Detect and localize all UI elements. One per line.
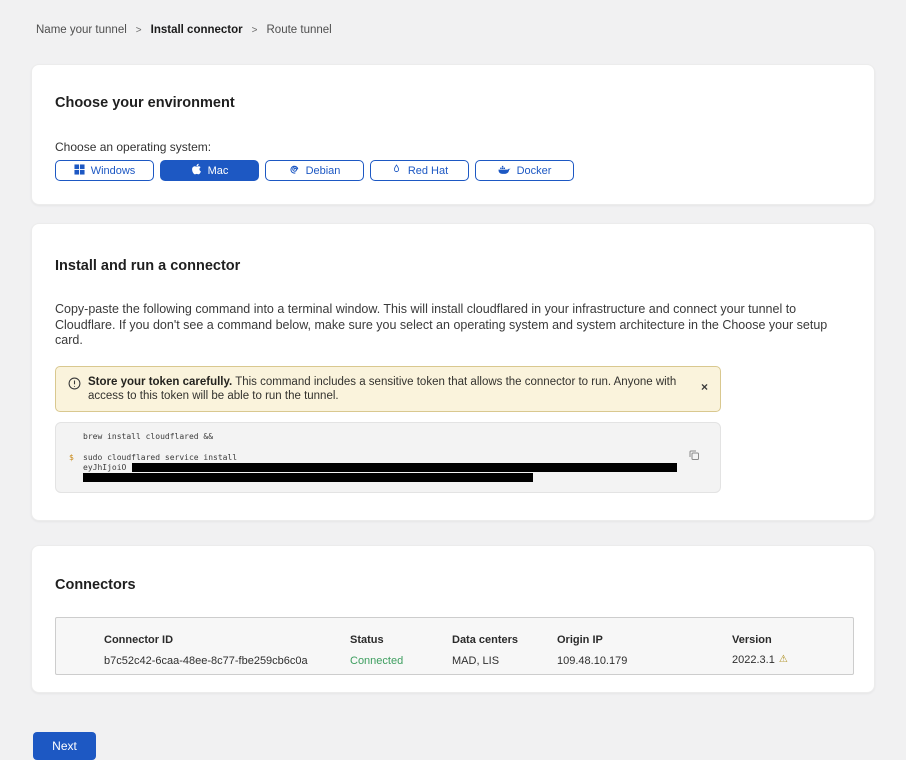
- install-description: Copy-paste the following command into a …: [55, 302, 853, 349]
- apple-icon: [191, 163, 202, 178]
- os-button-label: Docker: [517, 165, 552, 177]
- environment-card: Choose your environment Choose an operat…: [31, 64, 875, 205]
- token-prefix: eyJhIjoiO: [83, 463, 126, 473]
- shell-prompt: $: [69, 453, 83, 463]
- col-header-status: Status: [350, 634, 452, 648]
- version-value: 2022.3.1 ⚠: [732, 655, 853, 665]
- install-card-title: Install and run a connector: [55, 258, 851, 274]
- os-button-label: Windows: [91, 165, 136, 177]
- os-button-docker[interactable]: Docker: [475, 160, 574, 181]
- breadcrumb: Name your tunnel > Install connector > R…: [0, 0, 906, 36]
- breadcrumb-separator: >: [252, 25, 258, 36]
- docker-icon: [498, 164, 511, 178]
- version-number: 2022.3.1: [732, 654, 775, 666]
- col-header-origin-ip: Origin IP: [557, 634, 732, 648]
- col-header-version: Version: [732, 634, 853, 648]
- warning-triangle-icon: ⚠: [779, 655, 788, 665]
- col-header-data-centers: Data centers: [452, 634, 557, 648]
- debian-icon: [289, 164, 300, 178]
- breadcrumb-install-connector[interactable]: Install connector: [151, 24, 243, 36]
- os-button-label: Mac: [208, 165, 229, 177]
- os-button-group: Windows Mac Debian Red Hat Docker: [55, 160, 851, 181]
- token-warning-text: Store your token carefully. This command…: [88, 375, 688, 403]
- os-select-label: Choose an operating system:: [55, 140, 851, 154]
- alert-circle-icon: [68, 377, 81, 395]
- os-button-windows[interactable]: Windows: [55, 160, 154, 181]
- command-line-2: sudo cloudflared service install: [83, 453, 237, 463]
- os-button-label: Red Hat: [408, 165, 448, 177]
- col-header-connector-id: Connector ID: [104, 634, 350, 648]
- connectors-card: Connectors Connector ID Status Data cent…: [31, 545, 875, 693]
- environment-card-title: Choose your environment: [55, 95, 851, 111]
- connectors-card-title: Connectors: [55, 577, 851, 593]
- breadcrumb-separator: >: [136, 25, 142, 36]
- terminal-command-block: brew install cloudflared && $sudo cloudf…: [55, 422, 721, 493]
- redacted-token-bar: [83, 473, 533, 482]
- copy-icon[interactable]: [688, 449, 700, 464]
- connectors-table: Connector ID Status Data centers Origin …: [55, 617, 854, 675]
- data-centers-value: MAD, LIS: [452, 655, 557, 665]
- command-line-1: brew install cloudflared &&: [83, 432, 213, 442]
- close-icon[interactable]: ×: [701, 381, 708, 393]
- breadcrumb-route-tunnel[interactable]: Route tunnel: [267, 24, 332, 36]
- breadcrumb-name-your-tunnel[interactable]: Name your tunnel: [36, 24, 127, 36]
- windows-icon: [74, 164, 85, 178]
- next-button[interactable]: Next: [33, 732, 96, 760]
- status-badge: Connected: [350, 655, 452, 665]
- os-button-label: Debian: [306, 165, 341, 177]
- token-warning-title: Store your token carefully.: [88, 376, 232, 388]
- os-button-debian[interactable]: Debian: [265, 160, 364, 181]
- os-button-mac[interactable]: Mac: [160, 160, 259, 181]
- redhat-icon: [391, 163, 402, 178]
- connector-id-value: b7c52c42-6caa-48ee-8c77-fbe259cb6c0a: [104, 655, 350, 665]
- os-button-redhat[interactable]: Red Hat: [370, 160, 469, 181]
- origin-ip-value: 109.48.10.179: [557, 655, 732, 665]
- token-warning-banner: Store your token carefully. This command…: [55, 366, 721, 412]
- install-card: Install and run a connector Copy-paste t…: [31, 223, 875, 521]
- redacted-token-bar: [132, 463, 677, 472]
